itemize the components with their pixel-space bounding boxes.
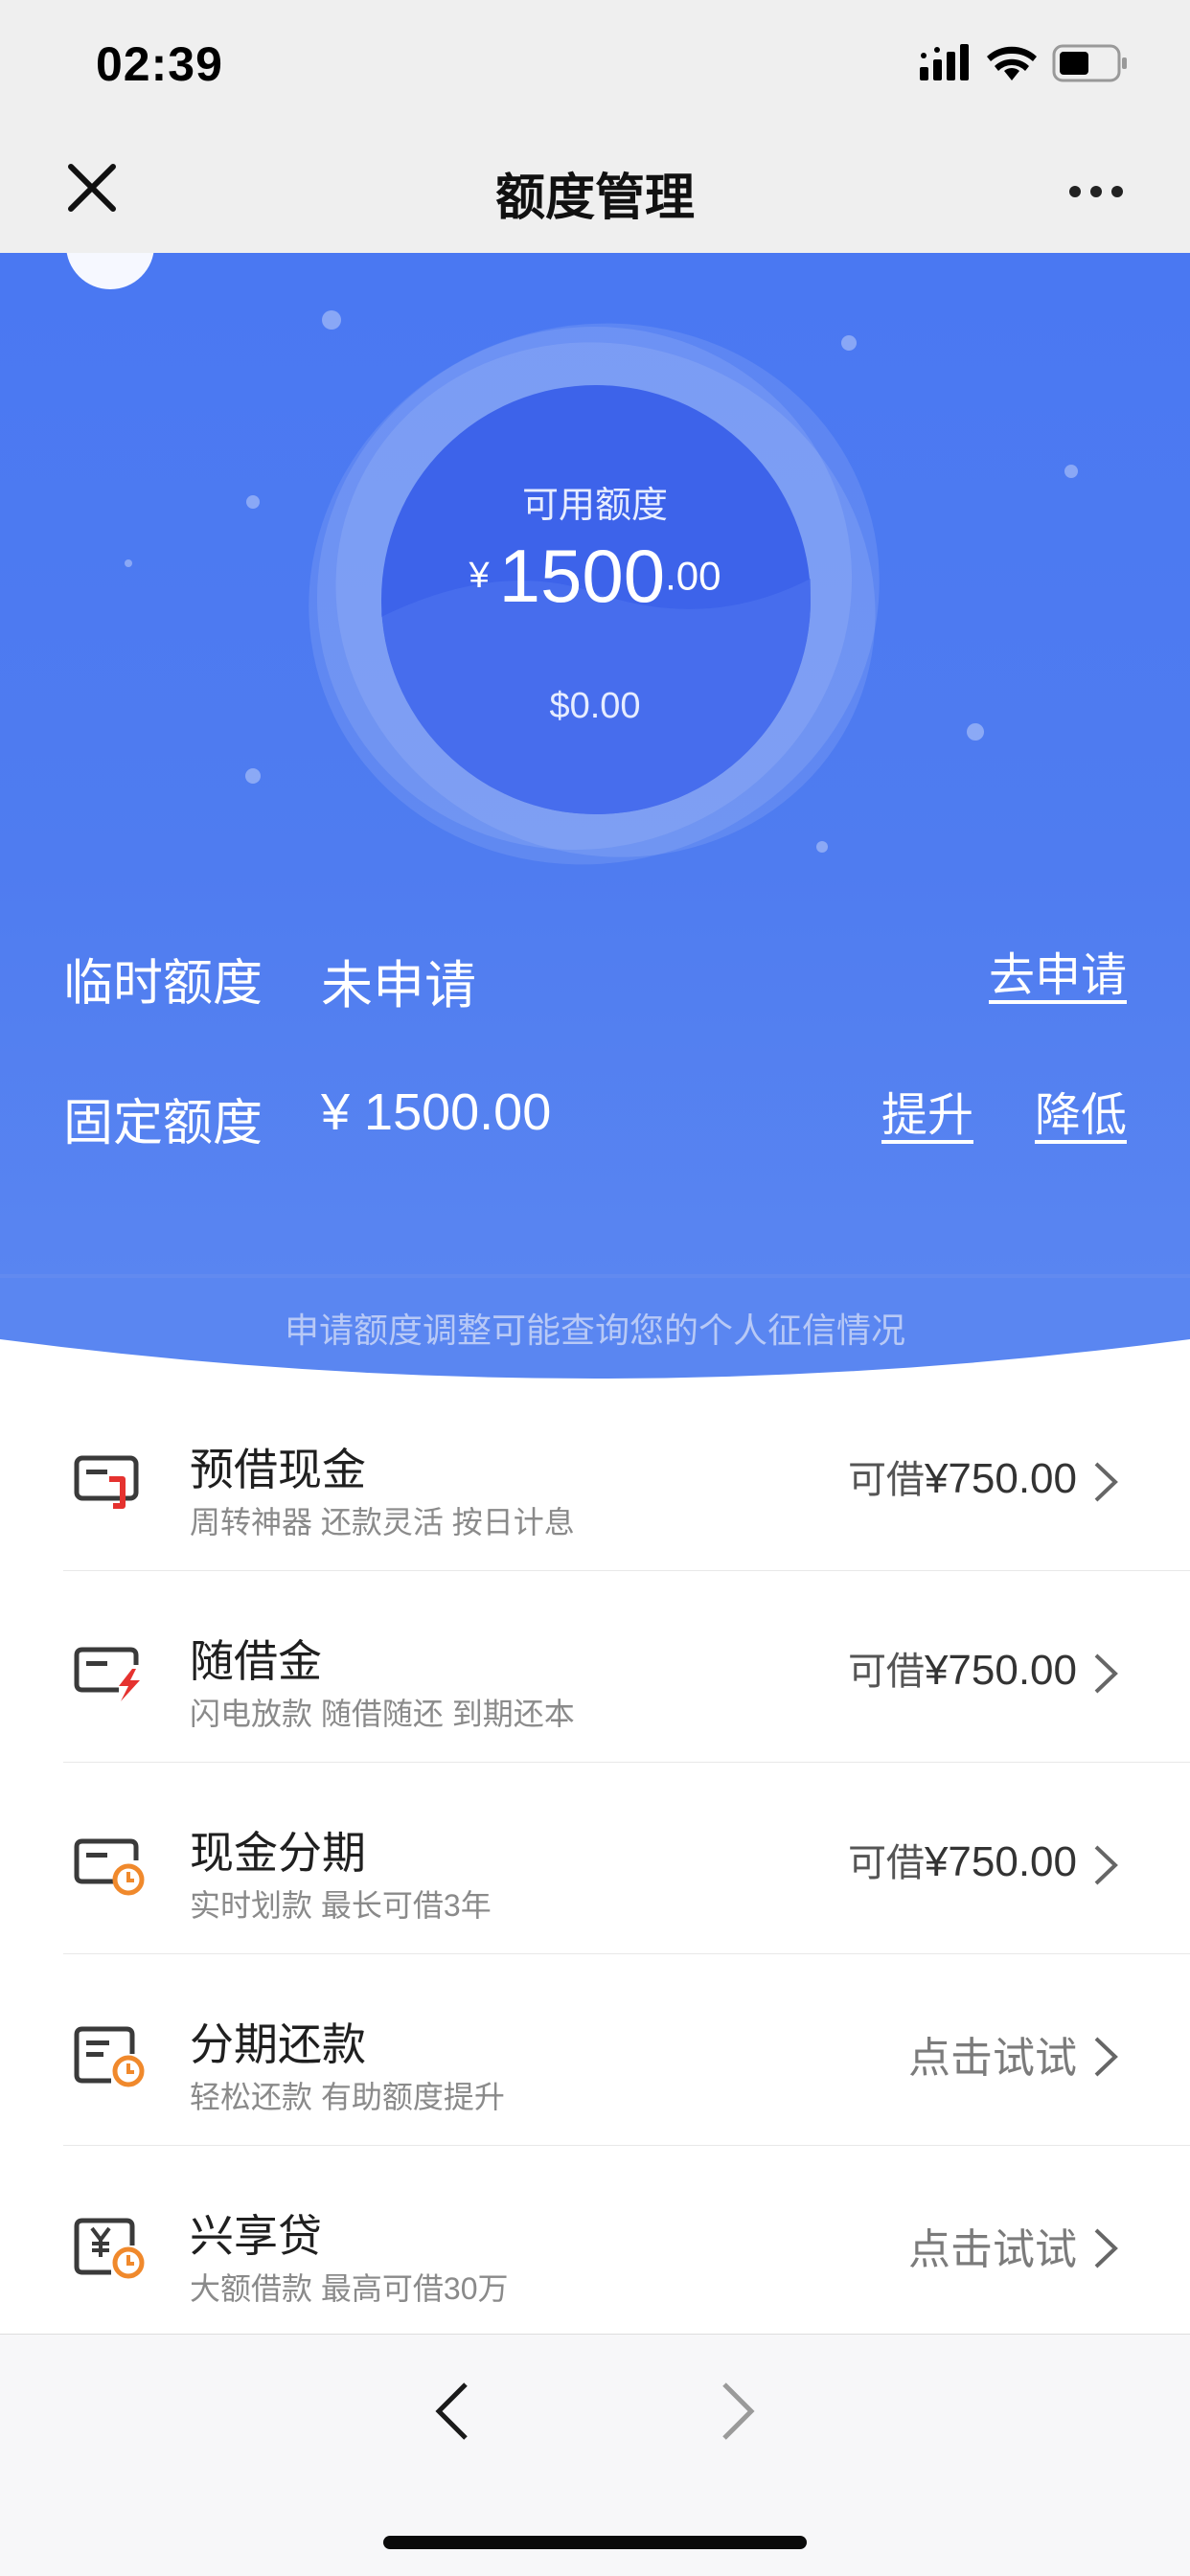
chevron-right-icon [1094, 1653, 1118, 1694]
home-indicator[interactable] [383, 2536, 807, 2549]
item-available-amount: ¥750.00 [924, 1838, 1077, 1885]
item-available-amount: ¥750.00 [924, 1455, 1077, 1502]
status-time: 02:39 [96, 37, 223, 91]
try-it-label: 点击试试 [908, 2226, 1077, 2273]
status-icons [920, 44, 1127, 82]
wifi-icon [987, 46, 1037, 80]
fixed-quota-value: ¥ 1500.00 [321, 1083, 552, 1141]
try-it-label: 点击试试 [908, 2035, 1077, 2082]
list-item-installment-repay[interactable]: 分期还款 轻松还款 有助额度提升 点击试试 [63, 1954, 1190, 2146]
item-title: 随借金 [190, 1636, 322, 1686]
more-dots-icon[interactable] [1067, 172, 1125, 211]
battery-icon [1052, 44, 1127, 82]
chevron-right-icon [1094, 1845, 1118, 1885]
item-available-prefix: 可借 [847, 1459, 925, 1501]
usd-amount: $0.00 [549, 686, 641, 726]
forward-arrow-icon[interactable] [719, 2381, 757, 2442]
cash-installment-icon [74, 1838, 145, 1896]
item-subtitle: 周转神器 还款灵活 按日计息 [190, 1505, 575, 1539]
item-title: 现金分期 [190, 1828, 366, 1878]
list-item-flash-loan[interactable]: 随借金 闪电放款 随借随还 到期还本 可借¥750.00 [63, 1571, 1190, 1763]
installment-repay-icon [74, 2026, 145, 2087]
flash-loan-icon [74, 1647, 140, 1701]
signal-icon [920, 44, 969, 80]
item-title: 分期还款 [190, 2019, 366, 2069]
currency-symbol: ¥ [469, 556, 490, 596]
item-available: 可借¥750.00 [848, 1640, 1077, 1696]
back-arrow-icon[interactable] [433, 2381, 471, 2442]
page-title: 额度管理 [494, 171, 695, 226]
browser-bottom-bar [0, 2334, 1190, 2576]
item-title: 兴享贷 [190, 2211, 322, 2261]
list-item-cash-installment[interactable]: 现金分期 实时划款 最长可借3年 可借¥750.00 [63, 1763, 1190, 1954]
available-quota-label: 可用额度 [521, 486, 668, 526]
lower-link[interactable]: 降低 [1035, 1077, 1127, 1144]
amount-decimal: .00 [665, 553, 721, 599]
list-item-large-loan[interactable]: 兴享贷 大额借款 最高可借30万 点击试试 [63, 2146, 1190, 2337]
top-bar: 02:39 额度管理 [0, 0, 1190, 253]
item-subtitle: 实时划款 最长可借3年 [190, 1888, 492, 1923]
fixed-quota-label: 固定额度 [63, 1096, 263, 1151]
temp-quota-value: 未申请 [321, 957, 476, 1014]
large-loan-icon [74, 2218, 145, 2279]
quota-hero: 可用额度 ¥1500.00 $0.00 临时额度 未申请 去申请 固定额度 ¥ … [0, 253, 1190, 1278]
item-subtitle: 闪电放款 随借随还 到期还本 [190, 1697, 575, 1731]
cash-advance-icon [74, 1455, 139, 1509]
item-subtitle: 轻松还款 有助额度提升 [190, 2080, 505, 2114]
raise-link[interactable]: 提升 [881, 1077, 973, 1144]
fixed-quota-row: 固定额度 ¥ 1500.00 提升 降低 [0, 1083, 1190, 1151]
chevron-right-icon [1094, 2037, 1118, 2077]
apply-link[interactable]: 去申请 [989, 937, 1127, 1004]
temp-quota-label: 临时额度 [63, 956, 263, 1012]
chevron-right-icon [1094, 1462, 1118, 1502]
item-available-prefix: 可借 [847, 1842, 925, 1884]
item-available-prefix: 可借 [847, 1651, 925, 1693]
chevron-right-icon [1094, 2228, 1118, 2268]
item-available: 可借¥750.00 [848, 1448, 1077, 1504]
amount-integer: 1500 [498, 534, 666, 618]
temp-quota-row: 临时额度 未申请 去申请 [0, 943, 1190, 1014]
item-available-amount: ¥750.00 [924, 1647, 1077, 1694]
list-item-cash-advance[interactable]: 预借现金 周转神器 还款灵活 按日计息 可借¥750.00 [63, 1379, 1190, 1571]
available-quota-amount: ¥1500.00 [0, 533, 1190, 620]
item-subtitle: 大额借款 最高可借30万 [190, 2271, 509, 2306]
item-title: 预借现金 [190, 1445, 366, 1494]
product-list: 预借现金 周转神器 还款灵活 按日计息 可借¥750.00 随借金 闪电放款 随… [0, 1379, 1190, 2337]
item-available: 可借¥750.00 [848, 1832, 1077, 1887]
credit-check-notice: 申请额度调整可能查询您的个人征信情况 [284, 1311, 905, 1350]
